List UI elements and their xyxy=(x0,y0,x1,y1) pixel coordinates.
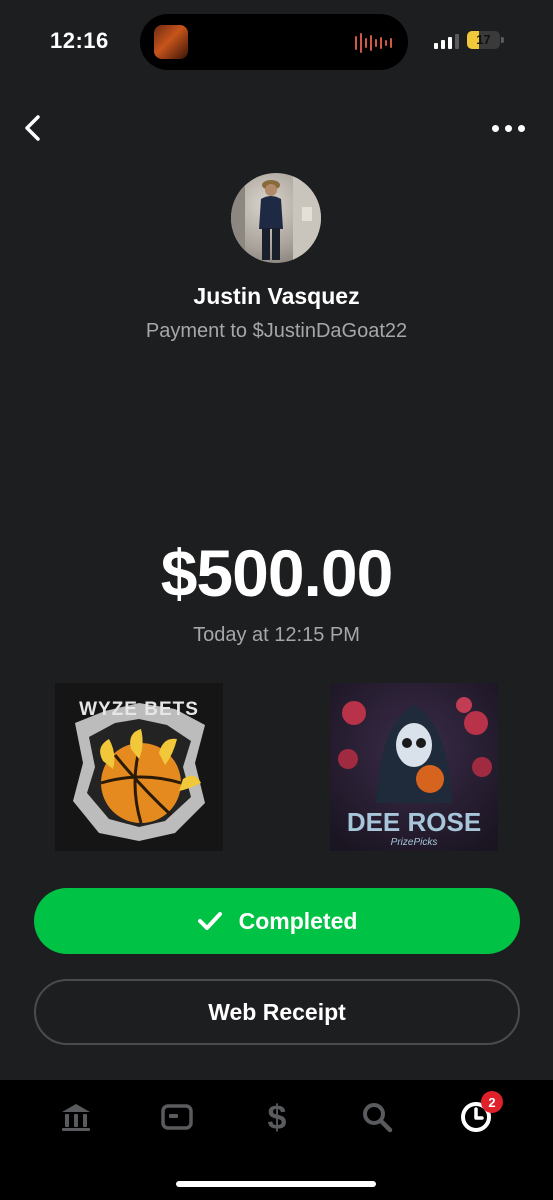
wyze-bets-logo-graphic: WYZE BETS xyxy=(55,683,223,851)
tab-card[interactable] xyxy=(157,1097,197,1137)
payment-detail-screen: 12:16 17 Justin Vasquez Payment to $Just… xyxy=(0,0,553,1200)
wyze-bets-logo: WYZE BETS xyxy=(55,683,223,851)
recipient-avatar[interactable] xyxy=(231,173,321,263)
dollar-icon: $ xyxy=(268,1099,287,1135)
more-dot-icon xyxy=(491,124,499,132)
now-playing-artwork xyxy=(154,25,188,59)
prizepicks-logo-text: PrizePicks xyxy=(391,837,438,848)
web-receipt-button[interactable]: Web Receipt xyxy=(34,979,520,1045)
dynamic-island xyxy=(140,14,408,70)
home-indicator[interactable] xyxy=(176,1181,376,1187)
dee-rose-logo-graphic: DEE ROSE PrizePicks xyxy=(330,683,498,851)
card-icon xyxy=(161,1104,193,1130)
status-time: 12:16 xyxy=(50,28,109,53)
chevron-left-icon xyxy=(25,115,40,141)
activity-notification-badge: 2 xyxy=(481,1091,503,1113)
dee-rose-logo: DEE ROSE PrizePicks xyxy=(330,683,498,851)
svg-text:$: $ xyxy=(268,1099,287,1135)
more-dot-icon xyxy=(504,124,512,132)
tab-banking[interactable] xyxy=(56,1097,96,1137)
payment-amount: $500.00 xyxy=(160,536,394,610)
more-dot-icon xyxy=(517,124,525,132)
person-photo xyxy=(231,173,321,263)
more-options-button[interactable] xyxy=(488,116,528,140)
tab-search[interactable] xyxy=(357,1097,397,1137)
web-receipt-label: Web Receipt xyxy=(208,998,346,1025)
payment-recipient-tag: Payment to $JustinDaGoat22 xyxy=(145,320,408,342)
audio-waveform-icon xyxy=(355,33,392,53)
battery-tip xyxy=(501,37,504,43)
completed-status-button[interactable]: Completed xyxy=(34,888,520,954)
search-icon xyxy=(363,1103,393,1133)
tab-payments[interactable]: $ xyxy=(257,1097,297,1137)
battery-icon: 17 xyxy=(467,31,500,49)
wyze-bets-logo-text: WYZE BETS xyxy=(79,699,199,720)
recipient-name: Justin Vasquez xyxy=(193,283,360,309)
checkmark-icon xyxy=(197,912,222,930)
cellular-signal-icon xyxy=(434,34,459,49)
back-button[interactable] xyxy=(18,112,50,144)
completed-label: Completed xyxy=(238,907,358,934)
bank-icon xyxy=(62,1104,90,1131)
dee-rose-logo-text: DEE ROSE xyxy=(347,807,481,837)
payment-date: Today at 12:15 PM xyxy=(193,624,360,646)
battery-percent: 17 xyxy=(476,32,491,47)
